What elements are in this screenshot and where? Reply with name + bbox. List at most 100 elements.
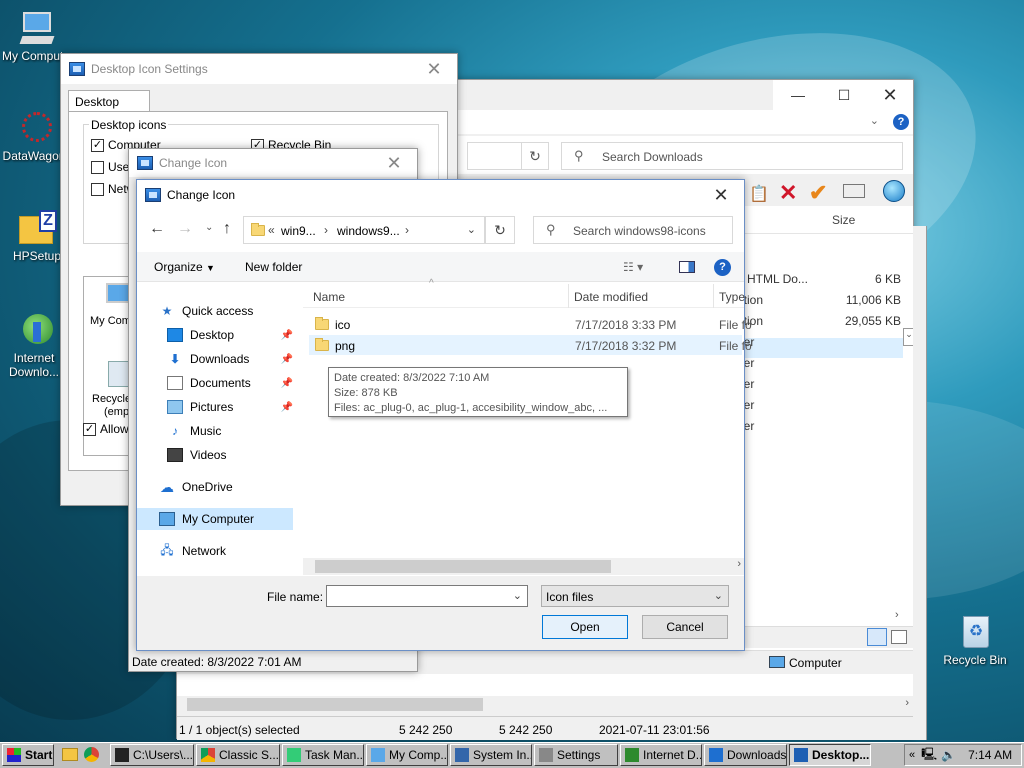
recent-chevron-icon[interactable]: ⌄: [205, 222, 213, 233]
check-icon[interactable]: ✔: [809, 180, 827, 206]
start-button[interactable]: Start: [2, 744, 54, 766]
taskbar-item[interactable]: System In...: [450, 744, 532, 766]
zip-folder-icon: Z: [19, 210, 57, 246]
horizontal-scrollbar[interactable]: ›: [177, 696, 913, 714]
taskbar-item[interactable]: My Comp...: [366, 744, 448, 766]
folder-icon: [315, 338, 329, 351]
chrome-quicklaunch-icon[interactable]: [84, 747, 99, 762]
download-icon: [709, 748, 723, 762]
taskbar-item[interactable]: Downloads: [704, 744, 787, 766]
network-tray-icon[interactable]: 🖳: [921, 745, 937, 766]
windows-logo-icon: [7, 748, 21, 762]
forward-arrow-icon[interactable]: →: [177, 220, 193, 238]
file-name-input[interactable]: ⌄: [326, 585, 528, 607]
up-arrow-icon[interactable]: ↑: [223, 220, 231, 238]
close-button[interactable]: ✕: [867, 80, 913, 110]
tray-chevron-icon[interactable]: «: [909, 749, 915, 761]
taskbar-item[interactable]: Task Man...: [282, 744, 364, 766]
close-button[interactable]: ✕: [698, 180, 744, 210]
computer-icon: [159, 512, 175, 526]
help-icon[interactable]: ?: [893, 114, 909, 130]
nav-music[interactable]: ♪ Music: [167, 420, 313, 442]
tooltip: Date created: 8/3/2022 7:10 AM Size: 878…: [328, 367, 628, 417]
help-icon[interactable]: ?: [714, 259, 731, 276]
open-button[interactable]: Open: [542, 615, 628, 639]
folder-quicklaunch-icon[interactable]: [62, 748, 78, 761]
horizontal-scrollbar[interactable]: ›: [303, 558, 744, 575]
nav-network[interactable]: 🖧 Network: [159, 540, 305, 562]
nav-onedrive[interactable]: ☁ OneDrive: [159, 476, 305, 498]
organize-button[interactable]: Organize ▼: [154, 260, 215, 274]
search-icon: ⚲: [546, 222, 556, 237]
explorer-row[interactable]: der: [737, 374, 903, 394]
scroll-right-icon[interactable]: ›: [895, 609, 899, 621]
pin-icon: 📌: [280, 377, 293, 389]
delete-icon[interactable]: ✕: [779, 180, 797, 206]
checkbox-user[interactable]: User: [91, 160, 133, 175]
preview-pane-icon[interactable]: [679, 261, 695, 273]
taskbar-item[interactable]: Internet D...: [620, 744, 702, 766]
large-icons-view-icon[interactable]: [891, 630, 907, 644]
tab-desktop-icons[interactable]: Desktop Icons: [68, 90, 150, 123]
window-icon[interactable]: [843, 184, 865, 198]
search-input[interactable]: ⚲ Search Downloads: [561, 142, 903, 170]
chevron-down-icon[interactable]: ⌄: [714, 589, 723, 602]
volume-icon[interactable]: 🔈: [941, 748, 956, 762]
scroll-right-icon[interactable]: ›: [905, 697, 909, 709]
taskbar-item[interactable]: Settings: [534, 744, 618, 766]
scroll-right-icon[interactable]: ›: [737, 558, 741, 570]
new-folder-button[interactable]: New folder: [245, 260, 302, 274]
minimize-button[interactable]: —: [775, 80, 821, 110]
nav-downloads[interactable]: ⬇ Downloads 📌: [167, 348, 293, 370]
search-input[interactable]: ⚲ Search windows98-icons: [533, 216, 733, 244]
nav-documents[interactable]: Documents 📌: [167, 372, 293, 394]
recycle-bin-icon: ♻: [957, 614, 993, 650]
cancel-button[interactable]: Cancel: [642, 615, 728, 639]
file-type-select[interactable]: Icon files ⌄: [541, 585, 729, 607]
console-icon: [115, 748, 129, 762]
close-button[interactable]: ✕: [411, 54, 457, 84]
file-row-ico[interactable]: ico 7/17/2018 3:33 PM File fo: [309, 314, 752, 334]
nav-pictures[interactable]: Pictures 📌: [167, 396, 293, 418]
system-tray: « 🖳 🔈 7:14 AM: [904, 744, 1022, 766]
chevron-down-icon[interactable]: ⌄: [513, 589, 522, 602]
navigation-pane[interactable]: ★ Quick access Desktop 📌 ⬇ Downloads 📌 Docum…: [137, 284, 297, 574]
globe-icon[interactable]: [883, 180, 905, 202]
explorer-row[interactable]: ation 11,006 KB: [737, 290, 903, 310]
explorer-row[interactable]: der: [737, 416, 903, 436]
nav-desktop[interactable]: Desktop 📌: [167, 324, 293, 346]
chevron-down-icon[interactable]: ⌄: [467, 223, 476, 236]
nav-quick-access[interactable]: ★ Quick access: [159, 300, 305, 322]
address-bar[interactable]: « win9... › windows9... › ⌄: [243, 216, 485, 244]
taskbar-item[interactable]: C:\Users\...: [110, 744, 194, 766]
maximize-button[interactable]: ☐: [821, 80, 867, 110]
computer-status-icon: [769, 656, 785, 668]
datawagon-icon: [19, 110, 55, 146]
window-icon: [137, 156, 153, 170]
desktop-icon-recycle-bin[interactable]: ♻ Recycle Bin: [940, 614, 1010, 667]
task-manager-icon: [287, 748, 301, 762]
settings-window-icon: [69, 62, 85, 76]
view-options-icon[interactable]: ☷ ▾: [623, 260, 643, 274]
explorer-row[interactable]: der: [737, 395, 903, 415]
file-list[interactable]: ^ Name Date modified Type ico 7/17/2018 …: [303, 278, 752, 574]
nav-my-computer[interactable]: My Computer: [137, 508, 293, 530]
gear-icon: [539, 748, 553, 762]
file-row-png[interactable]: png 7/17/2018 3:32 PM File fo: [309, 335, 752, 355]
taskbar-item[interactable]: Classic S...: [196, 744, 280, 766]
taskbar-item[interactable]: Desktop...: [789, 744, 871, 766]
explorer-row[interactable]: der: [737, 353, 903, 373]
pin-icon: 📌: [280, 401, 293, 413]
chevron-down-icon[interactable]: ⌄: [870, 114, 879, 127]
explorer-row[interactable]: der: [737, 332, 903, 352]
details-view-icon[interactable]: [867, 628, 887, 646]
nav-videos[interactable]: Videos: [167, 444, 313, 466]
refresh-icon[interactable]: ↻: [485, 216, 515, 244]
back-arrow-icon[interactable]: ←: [149, 220, 165, 238]
explorer-row[interactable]: e HTML Do... 6 KB: [737, 269, 903, 289]
refresh-icon[interactable]: ↻: [521, 142, 549, 170]
clipboard-icon[interactable]: 📋: [749, 184, 769, 204]
explorer-row[interactable]: ation 29,055 KB: [737, 311, 903, 331]
change-icon-dialog[interactable]: Change Icon ✕ ← → ⌄ ↑ « win9... › window…: [136, 179, 752, 651]
close-button[interactable]: ✕: [371, 149, 417, 177]
